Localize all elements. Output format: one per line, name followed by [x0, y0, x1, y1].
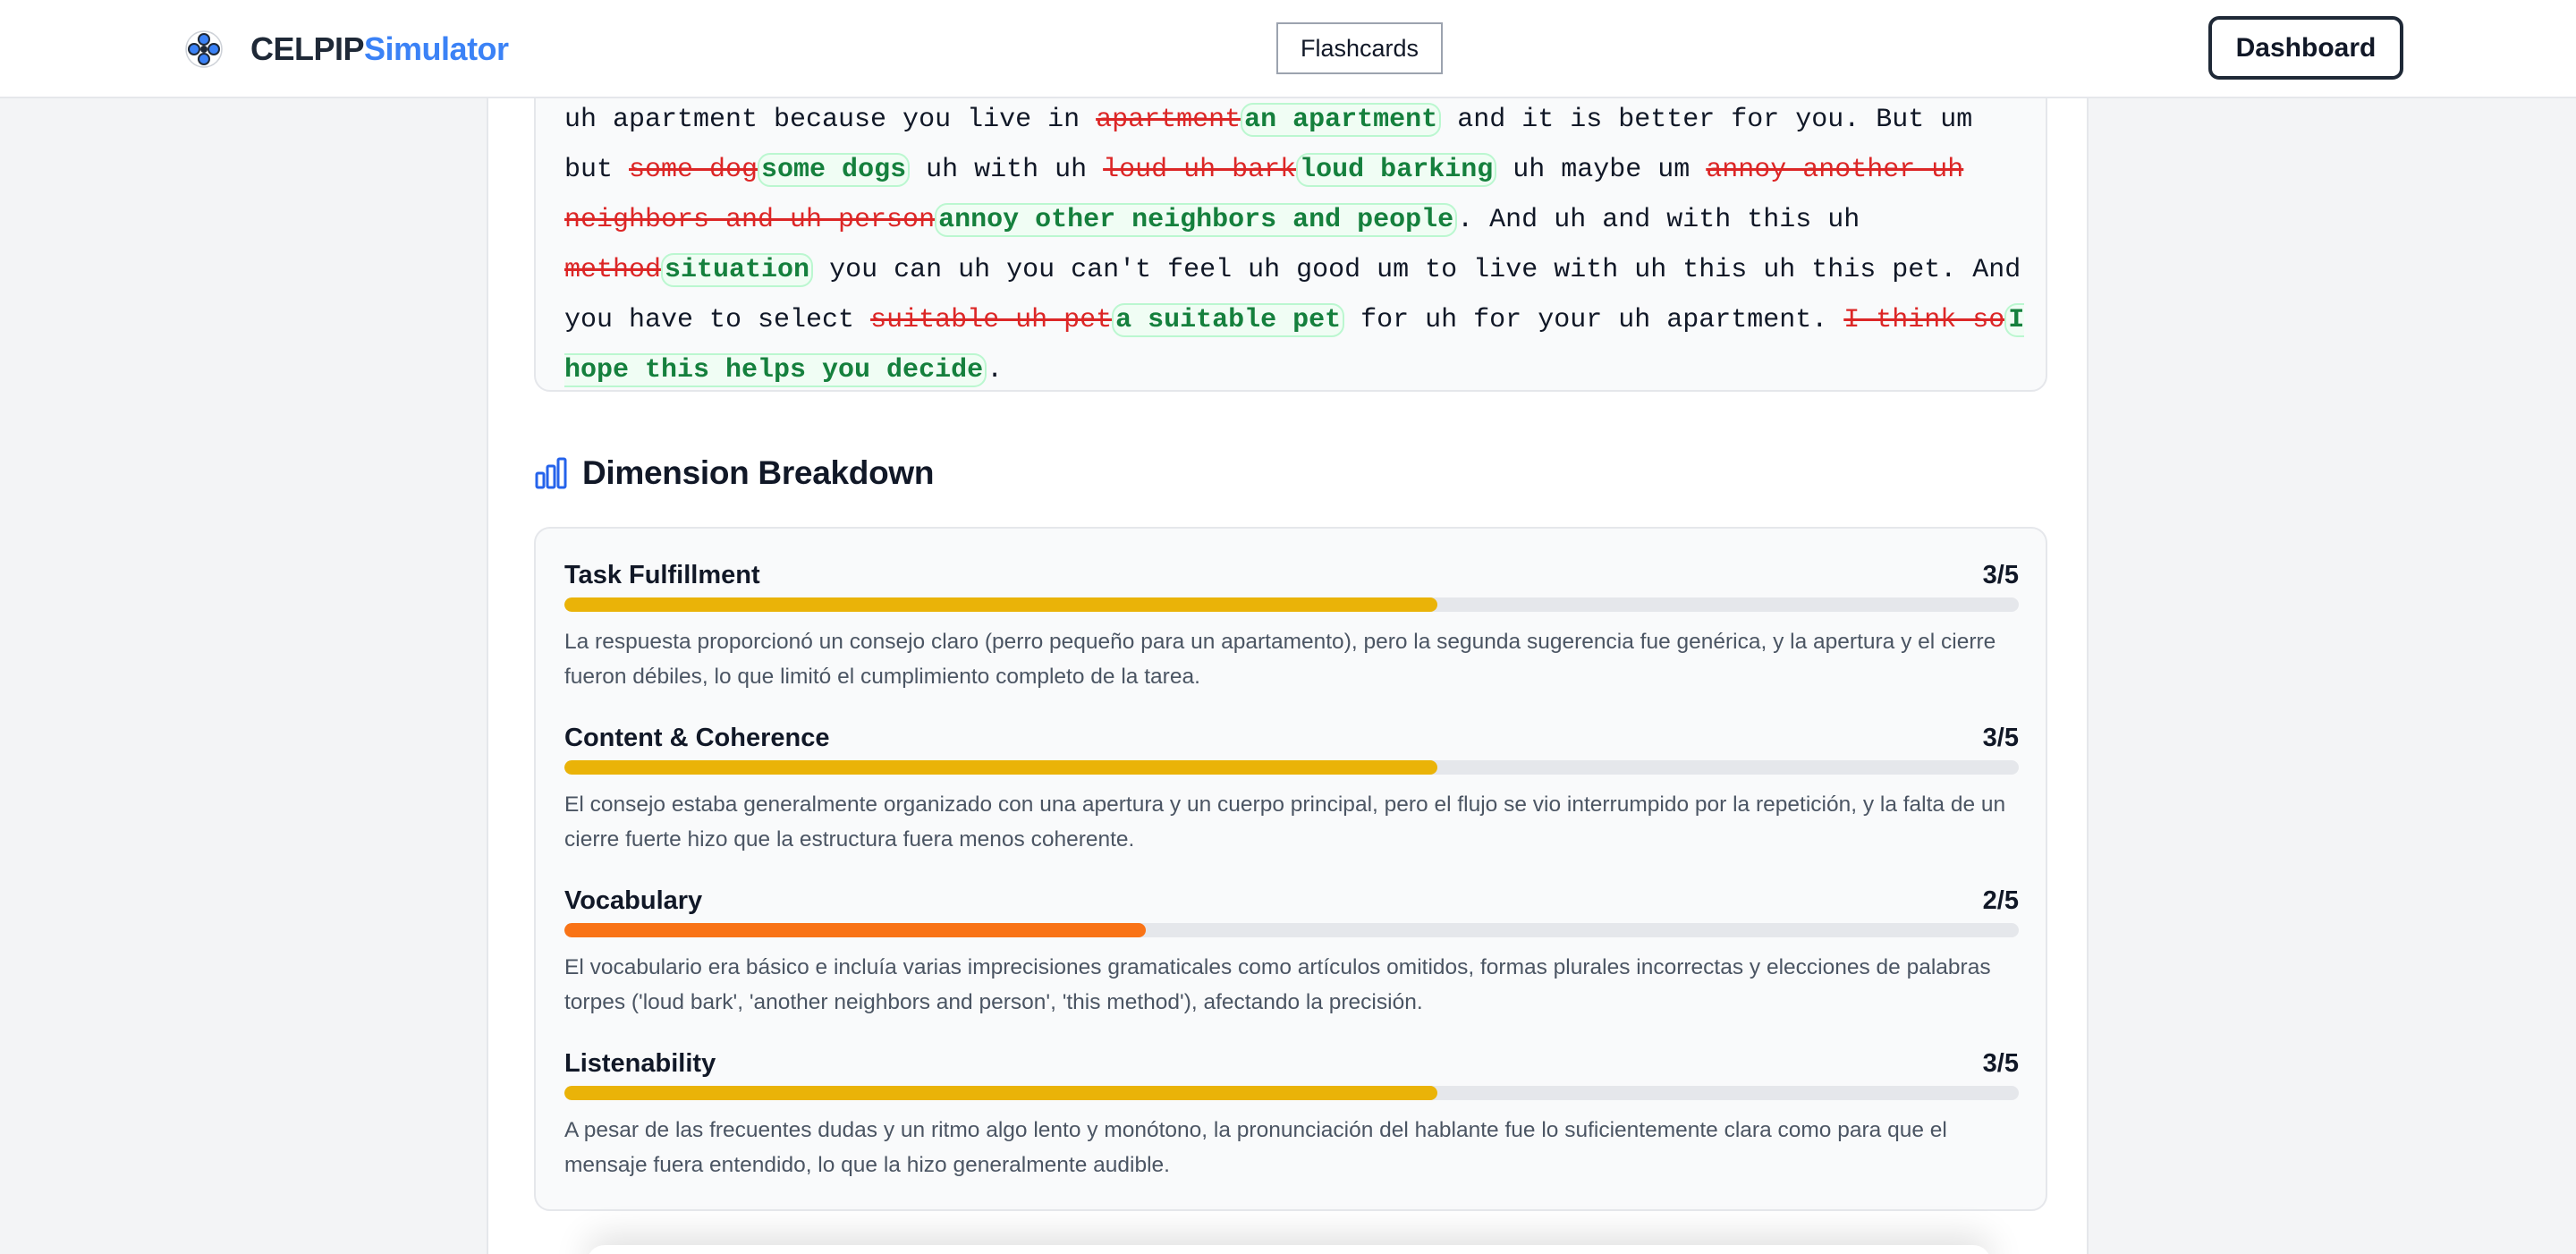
corrected-transcript: uh apartment because you live in apartme… — [564, 103, 2025, 387]
dimension-vocabulary: Vocabulary 2/5 El vocabulario era básico… — [564, 886, 2019, 1014]
score-bar-fill — [564, 760, 1437, 775]
inserted-text: some dogs — [758, 153, 911, 187]
deleted-text: method — [564, 255, 662, 285]
dimension-score: 2/5 — [1982, 886, 2019, 915]
dimension-score: 3/5 — [1982, 561, 2019, 589]
dimension-score: 3/5 — [1982, 724, 2019, 752]
dimension-listenability: Listenability 3/5 A pesar de las frecuen… — [564, 1049, 2019, 1177]
bar-chart-icon — [535, 457, 567, 489]
score-bar-fill — [564, 1086, 1437, 1100]
score-bar-track — [564, 923, 2019, 937]
dashboard-button[interactable]: Dashboard — [2208, 16, 2403, 80]
dimension-breakdown-panel: Task Fulfillment 3/5 La respuesta propor… — [534, 527, 2047, 1211]
dimension-name: Listenability — [564, 1049, 716, 1078]
dimension-name: Vocabulary — [564, 886, 703, 915]
inserted-text: an apartment — [1241, 103, 1442, 137]
dimension-content-coherence: Content & Coherence 3/5 El consejo estab… — [564, 724, 2019, 852]
inserted-text: annoy other neighbors and people — [935, 203, 1458, 237]
deleted-text: I think so — [1843, 305, 2005, 335]
deleted-text: apartment — [1096, 105, 1241, 135]
dimension-description: La respuesta proporcionó un consejo clar… — [564, 630, 1996, 689]
dimension-description: El consejo estaba generalmente organizad… — [564, 792, 2006, 852]
score-bar-fill — [564, 923, 1147, 937]
top-navbar: CELPIPSimulator Flashcards Dashboard — [0, 0, 2576, 98]
deleted-text: loud uh bark — [1103, 155, 1297, 185]
feedback-card: uh apartment because you live in apartme… — [487, 0, 2089, 1254]
logo-text: CELPIPSimulator — [250, 30, 509, 67]
dimension-description: El vocabulario era básico e incluía vari… — [564, 955, 1991, 1014]
score-bar-fill — [564, 597, 1437, 612]
dimension-name: Content & Coherence — [564, 724, 830, 752]
dimension-task-fulfillment: Task Fulfillment 3/5 La respuesta propor… — [564, 561, 2019, 689]
inserted-text: a suitable pet — [1112, 303, 1345, 337]
logo-link[interactable]: CELPIPSimulator — [184, 28, 509, 71]
dimension-breakdown-header: Dimension Breakdown — [534, 454, 934, 492]
score-bar-track — [564, 1086, 2019, 1100]
score-bar-track — [564, 597, 2019, 612]
inserted-text: situation — [661, 253, 814, 287]
next-section-card — [587, 1245, 1991, 1254]
dimension-description: A pesar de las frecuentes dudas y un rit… — [564, 1118, 1947, 1177]
inserted-text: loud barking — [1296, 153, 1497, 187]
section-title: Dimension Breakdown — [582, 454, 935, 491]
flashcards-button[interactable]: Flashcards — [1276, 22, 1443, 74]
dimension-score: 3/5 — [1982, 1049, 2019, 1078]
dimension-name: Task Fulfillment — [564, 561, 760, 589]
logo-icon — [185, 30, 223, 68]
score-bar-track — [564, 760, 2019, 775]
deleted-text: suitable uh pet — [870, 305, 1113, 335]
deleted-text: some dog — [629, 155, 758, 185]
